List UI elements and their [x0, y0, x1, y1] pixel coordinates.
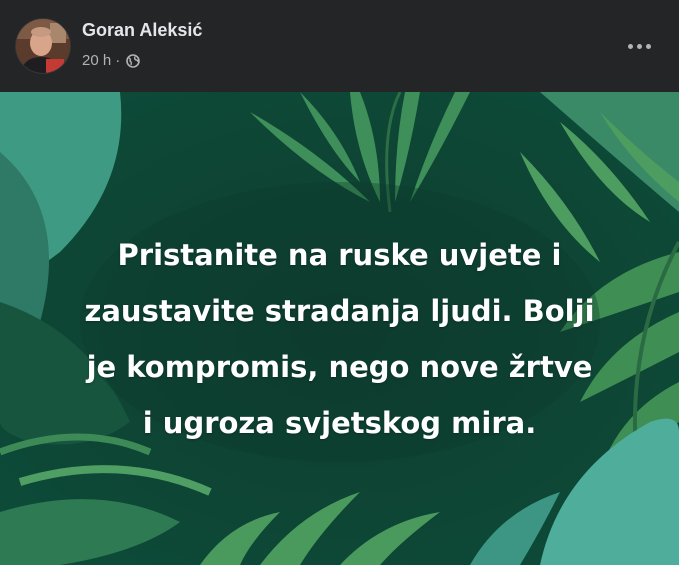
- post-line: Pristanite na ruske uvjete i: [117, 238, 562, 272]
- post-background-card[interactable]: Pristanite na ruske uvjete i zaustavite …: [0, 92, 679, 565]
- post-line: i ugroza svjetskog mira.: [142, 406, 537, 440]
- author-name[interactable]: Goran Aleksić: [82, 20, 202, 41]
- post-header: Goran Aleksić 20 h ·: [0, 0, 679, 92]
- more-dot: [645, 43, 651, 49]
- facebook-post: Goran Aleksić 20 h · Pristanite na ruske…: [0, 0, 679, 565]
- post-line: zaustavite stradanja ljudi. Bolji: [84, 294, 595, 328]
- more-dot: [636, 43, 642, 49]
- post-meta: 20 h ·: [82, 52, 141, 69]
- globe-icon[interactable]: [126, 53, 141, 68]
- post-message: Pristanite na ruske uvjete i zaustavite …: [20, 227, 659, 451]
- more-options-button[interactable]: [621, 32, 657, 60]
- meta-separator: ·: [115, 52, 121, 69]
- post-line: je kompromis, nego nove žrtve: [86, 350, 593, 384]
- avatar-photo: [16, 19, 70, 73]
- author-avatar[interactable]: [16, 19, 70, 73]
- more-dot: [627, 43, 633, 49]
- post-timestamp[interactable]: 20 h: [82, 52, 111, 69]
